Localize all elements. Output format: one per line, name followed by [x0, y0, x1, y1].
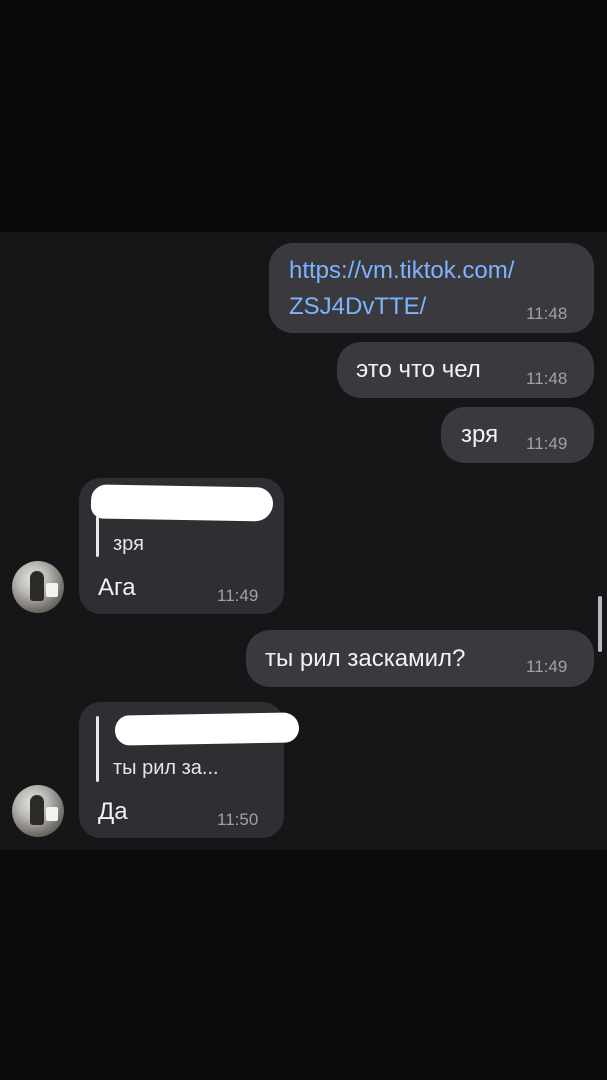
- dimmed-bottom-area: [0, 850, 607, 1080]
- reply-quote-text: зря: [113, 533, 144, 555]
- outgoing-link-message[interactable]: https://vm.tiktok.com/ ZSJ4DvTTE/ 11:48: [269, 243, 594, 333]
- message-time: 11:50: [217, 810, 259, 829]
- message-text: ты рил заскамил?: [265, 645, 466, 672]
- reply-quote-bar: [96, 716, 99, 782]
- message-time: 11:49: [526, 434, 568, 453]
- sender-avatar[interactable]: [12, 561, 64, 613]
- chat-screen: https://vm.tiktok.com/ ZSJ4DvTTE/ 11:48 …: [0, 0, 607, 1080]
- incoming-reply-message[interactable]: зря Ага 11:49: [79, 478, 284, 614]
- message-link-line-1[interactable]: https://vm.tiktok.com/: [289, 253, 514, 289]
- outgoing-message[interactable]: это что чел 11:48: [337, 342, 594, 398]
- avatar-detail: [46, 807, 58, 821]
- message-time: 11:48: [526, 369, 568, 388]
- incoming-reply-message[interactable]: ты рил за... Да 11:50: [79, 702, 300, 838]
- message-text: это что чел: [356, 356, 481, 383]
- message-time: 11:48: [526, 304, 568, 323]
- avatar-detail: [46, 583, 58, 597]
- sender-avatar[interactable]: [12, 785, 64, 837]
- avatar-figure: [30, 795, 44, 825]
- reply-quote-bar: [96, 516, 99, 557]
- message-text: Ага: [98, 574, 136, 601]
- dimmed-top-area: [0, 0, 607, 232]
- message-text: Да: [98, 798, 128, 825]
- message-link-line-2[interactable]: ZSJ4DvTTE/: [289, 289, 426, 325]
- message-time: 11:49: [526, 657, 568, 676]
- avatar-figure: [30, 571, 44, 601]
- message-time: 11:49: [217, 586, 259, 605]
- scrollbar[interactable]: [598, 596, 602, 652]
- reply-quote-text: ты рил за...: [113, 757, 219, 779]
- message-text: зря: [461, 421, 499, 448]
- redacted-sender-name: [114, 712, 300, 746]
- redacted-sender-name: [90, 484, 274, 522]
- outgoing-message[interactable]: зря 11:49: [441, 407, 594, 463]
- outgoing-message[interactable]: ты рил заскамил? 11:49: [246, 630, 594, 687]
